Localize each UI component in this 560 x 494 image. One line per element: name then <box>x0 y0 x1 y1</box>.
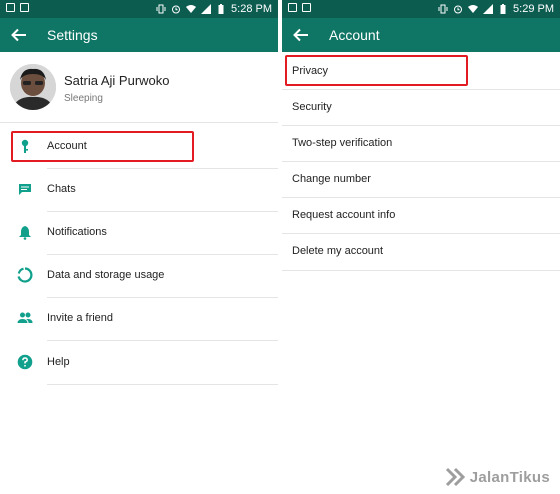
avatar[interactable] <box>10 64 56 110</box>
settings-item-label: Notifications <box>47 226 107 238</box>
status-time: 5:29 PM <box>513 3 554 15</box>
settings-item-label: Help <box>47 356 70 368</box>
alarm-icon <box>454 5 463 14</box>
watermark: JalanTikus <box>444 466 550 488</box>
back-arrow-icon[interactable] <box>292 26 310 44</box>
jalantikus-logo-icon <box>445 467 465 487</box>
bell-icon <box>19 226 31 240</box>
page-title: Settings <box>47 27 98 43</box>
status-bar: 5:29 PM <box>282 0 560 18</box>
highlight-box <box>285 55 468 86</box>
settings-item-chats[interactable]: Chats <box>0 168 278 211</box>
settings-item-help[interactable]: Help <box>0 341 278 384</box>
app-bar: Settings <box>0 18 278 52</box>
chat-icon <box>19 184 31 195</box>
gallery-notification-icon <box>6 3 15 12</box>
settings-item-label: Data and storage usage <box>47 269 165 281</box>
status-bar: 5:28 PM <box>0 0 278 18</box>
settings-item-data-storage[interactable]: Data and storage usage <box>0 254 278 297</box>
back-arrow-icon[interactable] <box>10 26 28 44</box>
profile-row[interactable]: Satria Aji Purwoko Sleeping <box>0 52 278 122</box>
divider <box>0 122 278 123</box>
wifi-icon <box>186 5 197 13</box>
people-icon <box>17 312 33 323</box>
account-item-security[interactable]: Security <box>282 89 560 125</box>
account-item-label: Change number <box>292 173 371 185</box>
keyboard-notification-icon <box>302 3 311 12</box>
keyboard-notification-icon <box>20 3 29 12</box>
status-time: 5:28 PM <box>231 3 272 15</box>
wifi-icon <box>468 5 479 13</box>
account-item-change-number[interactable]: Change number <box>282 161 560 197</box>
alarm-icon <box>172 5 181 14</box>
account-screen: 5:29 PM Account Privacy Security Two-ste… <box>282 0 560 494</box>
profile-status: Sleeping <box>64 93 103 104</box>
settings-screen: 5:28 PM Settings Satria Aji Purwoko Slee… <box>0 0 278 494</box>
signal-icon <box>201 4 212 14</box>
battery-icon <box>500 4 506 14</box>
account-item-request-info[interactable]: Request account info <box>282 197 560 233</box>
highlight-box <box>11 131 194 162</box>
help-icon <box>17 354 33 370</box>
app-bar: Account <box>282 18 560 52</box>
account-item-label: Request account info <box>292 209 396 221</box>
settings-item-label: Invite a friend <box>47 312 114 324</box>
settings-item-label: Chats <box>47 183 76 195</box>
account-item-label: Two-step verification <box>292 137 393 149</box>
divider <box>47 384 278 385</box>
account-item-label: Delete my account <box>292 245 384 257</box>
page-title: Account <box>329 27 380 43</box>
vibrate-icon <box>156 4 166 14</box>
divider <box>282 270 560 271</box>
account-item-label: Security <box>292 101 332 113</box>
profile-name: Satria Aji Purwoko <box>64 73 170 88</box>
gallery-notification-icon <box>288 3 297 12</box>
settings-item-invite[interactable]: Invite a friend <box>0 297 278 340</box>
account-item-delete[interactable]: Delete my account <box>282 233 560 269</box>
data-usage-icon <box>17 267 33 283</box>
vibrate-icon <box>438 4 448 14</box>
battery-icon <box>218 4 224 14</box>
settings-item-notifications[interactable]: Notifications <box>0 211 278 254</box>
account-item-two-step[interactable]: Two-step verification <box>282 125 560 161</box>
avatar-photo <box>10 64 56 110</box>
signal-icon <box>483 4 494 14</box>
watermark-text: JalanTikus <box>469 468 550 486</box>
